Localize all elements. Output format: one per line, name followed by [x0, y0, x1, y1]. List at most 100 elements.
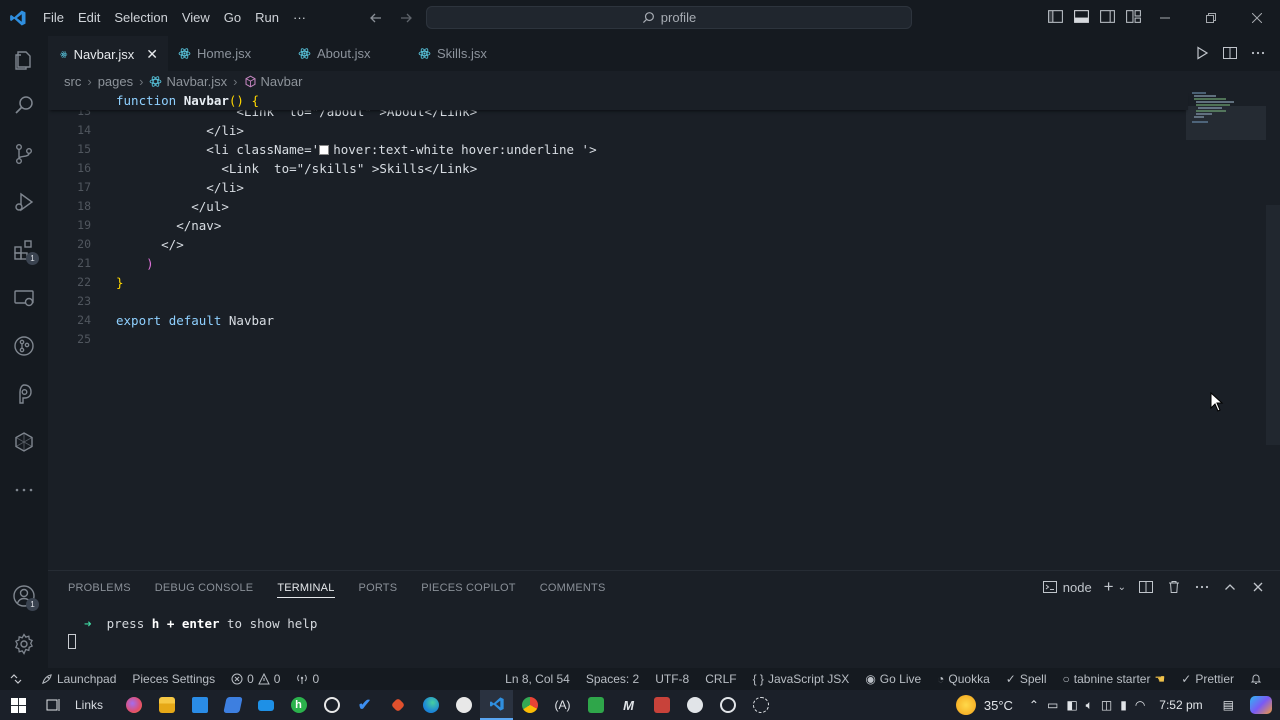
code-line[interactable]: 23 [48, 292, 116, 311]
problems-status[interactable]: 0 0 [223, 668, 288, 690]
menu-file[interactable]: File [36, 0, 71, 36]
extensions-icon[interactable]: 1 [0, 226, 48, 274]
breadcrumb-item[interactable]: Navbar [261, 74, 303, 89]
remote-indicator-icon[interactable] [0, 668, 32, 690]
git-app-icon[interactable] [381, 690, 414, 720]
code-line[interactable]: 14 </li> [48, 121, 244, 140]
customize-layout-icon[interactable] [1125, 8, 1142, 25]
split-editor-icon[interactable] [1222, 45, 1238, 61]
accounts-icon[interactable]: 1 [0, 572, 48, 620]
code-line[interactable]: 24 export default Navbar [48, 311, 274, 330]
gitlens-icon[interactable] [0, 322, 48, 370]
temperature[interactable]: 35°C [984, 698, 1013, 713]
command-center-search[interactable]: profile [426, 6, 912, 29]
go-live-status[interactable]: ◉ Go Live [857, 668, 929, 690]
breadcrumb-item[interactable]: pages [98, 74, 133, 89]
android-studio-icon[interactable]: (A) [546, 690, 579, 720]
chrome-icon[interactable] [513, 690, 546, 720]
vscode-taskbar-icon[interactable] [480, 690, 514, 720]
run-file-icon[interactable] [1194, 45, 1210, 61]
minimize-button[interactable] [1142, 0, 1188, 36]
tab-home[interactable]: Home.jsx [168, 36, 288, 71]
wifi-icon[interactable]: ◠ [1135, 698, 1145, 712]
windows-start-icon[interactable] [0, 690, 36, 720]
microphone-icon[interactable]: ▮ [1120, 698, 1127, 712]
spell-status[interactable]: ✓ Spell [998, 668, 1055, 690]
tab-ports[interactable]: PORTS [359, 578, 398, 598]
tab-about[interactable]: About.jsx [288, 36, 408, 71]
bluetooth-app-icon[interactable] [216, 690, 249, 720]
tab-navbar[interactable]: Navbar.jsx ✕ [48, 36, 168, 71]
code-line[interactable]: 19 </nav> [48, 216, 221, 235]
code-editor[interactable]: 4 function Navbar() { 13 <Link to="/abou… [48, 90, 1266, 570]
code-line[interactable]: 17 </li> [48, 178, 244, 197]
encoding-status[interactable]: UTF-8 [647, 668, 697, 690]
tab-skills[interactable]: Skills.jsx [408, 36, 528, 71]
more-views-icon[interactable] [0, 466, 48, 514]
forward-arrow-icon[interactable] [396, 8, 416, 28]
tab-debug-console[interactable]: DEBUG CONSOLE [155, 578, 254, 598]
more-actions-icon[interactable] [1194, 579, 1210, 595]
sticky-scroll-line[interactable]: 4 function Navbar() { [48, 91, 1188, 110]
task-view-icon[interactable] [36, 690, 69, 720]
battery-icon[interactable]: ▭ [1047, 698, 1058, 712]
prettier-status[interactable]: ✓ Prettier [1173, 668, 1242, 690]
copilot-icon[interactable] [1250, 696, 1272, 714]
camera-icon[interactable]: ◫ [1101, 698, 1112, 712]
code-line[interactable]: 16 <Link to="/skills" >Skills</Link> [48, 159, 477, 178]
terminal-shell-selector[interactable]: node [1042, 579, 1092, 595]
more-actions-icon[interactable] [1250, 45, 1266, 61]
settings-gear-icon[interactable] [0, 620, 48, 668]
back-arrow-icon[interactable] [366, 8, 386, 28]
code-line[interactable]: 22 } [48, 273, 123, 292]
network-icon[interactable]: ◧ [1066, 698, 1077, 712]
tab-terminal[interactable]: TERMINAL [277, 578, 335, 598]
trash-icon[interactable] [1166, 579, 1182, 595]
tab-problems[interactable]: PROBLEMS [68, 578, 131, 598]
minimap[interactable] [1186, 90, 1266, 142]
new-terminal-plus-icon[interactable]: + [1104, 577, 1114, 597]
tab-comments[interactable]: COMMENTS [540, 578, 606, 598]
menu-selection[interactable]: Selection [107, 0, 174, 36]
run-debug-icon[interactable] [0, 178, 48, 226]
notification-center-icon[interactable]: ▤ [1223, 698, 1234, 712]
close-tab-icon[interactable]: ✕ [146, 46, 158, 63]
language-status[interactable]: { } JavaScript JSX [745, 668, 858, 690]
close-panel-icon[interactable] [1250, 579, 1266, 595]
close-window-button[interactable] [1234, 0, 1280, 36]
m-app-icon[interactable]: M [612, 690, 645, 720]
explorer-icon[interactable] [0, 36, 48, 84]
pieces-icon[interactable] [0, 370, 48, 418]
toggle-secondary-sidebar-icon[interactable] [1099, 8, 1116, 25]
code-line[interactable]: 18 </ul> [48, 197, 229, 216]
media-player-icon[interactable] [711, 690, 744, 720]
chevron-up-icon[interactable]: ⌃ [1029, 698, 1039, 712]
editor-scrollbar[interactable] [1266, 205, 1280, 445]
red-app-icon[interactable] [645, 690, 678, 720]
code-line[interactable]: 25 [48, 330, 116, 349]
breadcrumb-item[interactable]: Navbar.jsx [166, 74, 227, 89]
mail-icon[interactable] [249, 690, 282, 720]
menu-go[interactable]: Go [217, 0, 248, 36]
clock-time[interactable]: 7:52 pm [1159, 698, 1202, 712]
indentation-status[interactable]: Spaces: 2 [578, 668, 647, 690]
code-line[interactable]: 15 <li className=' hover:text-white hover… [48, 140, 596, 159]
toggle-sidebar-icon[interactable] [1047, 8, 1064, 25]
color-swatch[interactable] [319, 145, 330, 155]
volume-icon[interactable]: 🔈︎ [1086, 698, 1093, 713]
tab-pieces-copilot[interactable]: PIECES COPILOT [421, 578, 516, 598]
microsoft-store-icon[interactable] [183, 690, 216, 720]
menu-edit[interactable]: Edit [71, 0, 107, 36]
code-line[interactable]: 21 ) [48, 254, 154, 273]
breadcrumb-item[interactable]: src [64, 74, 81, 89]
chatgpt-app-icon[interactable] [447, 690, 480, 720]
circle-app-icon[interactable] [678, 690, 711, 720]
firefox-icon[interactable] [117, 690, 150, 720]
menu-view[interactable]: View [175, 0, 217, 36]
weather-sun-icon[interactable] [955, 695, 976, 715]
launchpad-status[interactable]: Launchpad [32, 668, 124, 690]
pieces-settings-status[interactable]: Pieces Settings [124, 668, 223, 690]
split-terminal-icon[interactable] [1138, 579, 1154, 595]
tabnine-status[interactable]: ○ tabnine starter ☚ [1055, 668, 1174, 690]
terminal-output[interactable]: ➜ press h + enter to show help [84, 616, 317, 631]
